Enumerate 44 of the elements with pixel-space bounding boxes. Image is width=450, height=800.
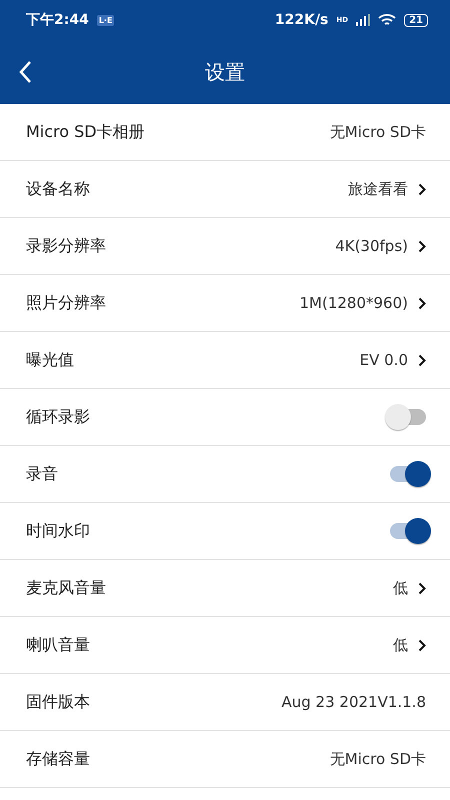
settings-row[interactable]: 照片分辨率 1M(1280*960) (0, 275, 450, 332)
page-title: 设置 (205, 58, 245, 86)
setting-label: 时间水印 (26, 520, 90, 542)
setting-value: 1M(1280*960) (300, 294, 408, 312)
setting-value: 4K(30fps) (335, 237, 408, 255)
setting-value: 无Micro SD卡 (330, 750, 426, 768)
settings-row[interactable]: 曝光值 EV 0.0 (0, 332, 450, 389)
setting-label: 喇叭音量 (26, 634, 90, 656)
setting-label: 存储容量 (26, 748, 90, 770)
chevron-icon (418, 240, 426, 252)
chevron-icon (418, 638, 426, 652)
setting-label: 录音 (26, 464, 58, 484)
setting-label: 曝光值 (26, 350, 74, 370)
setting-value: 低 (393, 636, 408, 654)
status-badge: L·E (96, 14, 114, 26)
network-speed: 122K/s (274, 12, 328, 28)
signal-icon (356, 14, 370, 26)
setting-value: 旅途看看 (348, 180, 408, 198)
setting-value: 无Micro SD卡 (330, 122, 426, 142)
chevron-icon (418, 582, 426, 594)
setting-label: 麦克风音量 (26, 578, 106, 598)
chevron-icon (418, 182, 426, 196)
settings-row[interactable]: 录音 (0, 446, 450, 503)
battery-level: 21 (404, 14, 428, 26)
wifi-icon (378, 13, 396, 27)
settings-row[interactable]: 循环录影 (0, 389, 450, 446)
settings-row[interactable]: 时间水印 (0, 503, 450, 560)
status-time: 下午2:44 (26, 11, 89, 29)
setting-label: 照片分辨率 (26, 292, 106, 314)
settings-row[interactable]: 录影分辨率 4K(30fps) (0, 218, 450, 275)
chevron-icon (418, 296, 426, 310)
setting-label: Micro SD卡相册 (26, 122, 145, 142)
settings-row[interactable]: 喇叭音量 低 (0, 617, 450, 674)
back-icon (18, 60, 32, 84)
setting-value: EV 0.0 (360, 351, 408, 369)
setting-label: 录影分辨率 (26, 236, 106, 256)
setting-label: 设备名称 (26, 178, 90, 200)
setting-label: 循环录影 (26, 406, 90, 428)
chevron-icon (418, 354, 426, 366)
settings-row[interactable]: 麦克风音量 低 (0, 560, 450, 617)
setting-label: 固件版本 (26, 692, 90, 712)
setting-value: Aug 23 2021V1.1.8 (281, 693, 426, 711)
settings-row[interactable]: 设备名称 旅途看看 (0, 161, 450, 218)
setting-value: 低 (393, 578, 408, 598)
